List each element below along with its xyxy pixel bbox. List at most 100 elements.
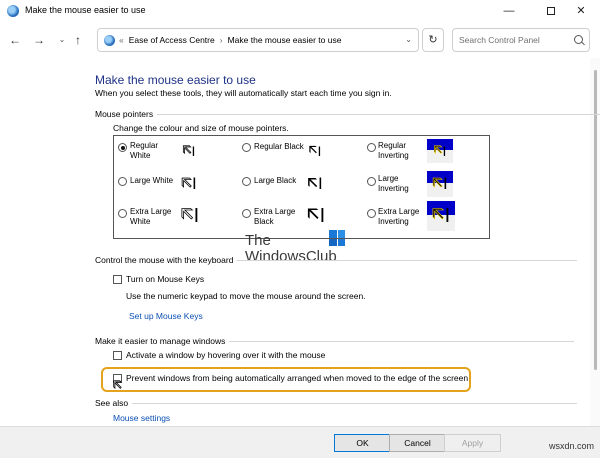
text-cursor-icon: I (442, 143, 447, 159)
radio-regular-white[interactable] (118, 143, 127, 152)
windows-header: Make it easier to manage windows (95, 336, 575, 346)
radio-extra-large-inverting[interactable] (367, 209, 376, 218)
pointer-arrow-icon: 🡬 (182, 141, 192, 158)
back-button[interactable]: ← (7, 32, 23, 48)
mouse-keys-checkbox[interactable] (113, 275, 122, 284)
option-label-line2: White (130, 217, 151, 226)
control-panel-icon (104, 35, 115, 46)
text-cursor-icon: I (193, 204, 200, 227)
breadcrumb-ease-of-access[interactable]: Ease of Access Centre (129, 35, 215, 45)
mouse-keys-label[interactable]: Turn on Mouse Keys (126, 274, 204, 284)
option-label-line2: Inverting (378, 184, 409, 193)
text-cursor-icon: I (192, 174, 197, 193)
radio-regular-inverting[interactable] (367, 143, 376, 152)
apply-button[interactable]: Apply (444, 434, 501, 452)
group-header-label: Control the mouse with the keyboard (95, 255, 234, 265)
radio-extra-large-black[interactable] (242, 209, 251, 218)
windows-logo-icon (329, 230, 345, 246)
group-divider (229, 340, 575, 342)
radio-large-black[interactable] (242, 177, 251, 186)
option-label-line1: Large Black (254, 176, 297, 185)
label-large-inverting[interactable]: Large Inverting (378, 174, 409, 194)
mouse-settings-link[interactable]: Mouse settings (113, 413, 170, 423)
forward-button[interactable]: → (31, 32, 47, 48)
preview-regular-white: 🡬 I (176, 140, 202, 162)
title-bar: Make the mouse easier to use — ✕ (0, 0, 600, 22)
window-title: Make the mouse easier to use (25, 5, 146, 15)
see-also-header: See also (95, 398, 578, 408)
prevent-arrange-label[interactable]: Prevent windows from being automatically… (126, 373, 468, 383)
cancel-button[interactable]: Cancel (389, 434, 446, 452)
option-label-line1: Large White (130, 176, 174, 185)
breadcrumb-separator[interactable]: › (220, 35, 223, 45)
setup-mouse-keys-link[interactable]: Set up Mouse Keys (129, 311, 203, 321)
preview-extra-large-black: 🡬 I (302, 202, 330, 230)
radio-regular-black[interactable] (242, 143, 251, 152)
page-title: Make the mouse easier to use (95, 73, 256, 87)
preview-regular-black: 🡬 I (302, 140, 328, 162)
option-label-line2: Black (254, 217, 274, 226)
hover-activate-label[interactable]: Activate a window by hovering over it wi… (126, 350, 325, 360)
control-panel-icon (7, 5, 19, 17)
option-label-line1: Regular Black (254, 142, 304, 151)
option-label-line1: Extra Large (130, 207, 172, 216)
option-label-line1: Extra Large (378, 207, 420, 216)
refresh-button[interactable]: ↻ (422, 28, 444, 52)
radio-extra-large-white[interactable] (118, 209, 127, 218)
radio-large-inverting[interactable] (367, 177, 376, 186)
label-extra-large-white[interactable]: Extra Large White (130, 207, 171, 227)
option-label-line2: White (130, 151, 151, 160)
option-label-line2: Inverting (378, 151, 409, 160)
search-icon[interactable] (574, 35, 583, 44)
keyboard-header: Control the mouse with the keyboard (95, 255, 578, 265)
label-large-black[interactable]: Large Black (254, 176, 296, 186)
mouse-pointers-description: Change the colour and size of mouse poin… (113, 123, 289, 133)
option-label-line1: Extra Large (254, 207, 296, 216)
text-cursor-icon: I (318, 174, 323, 193)
label-extra-large-black[interactable]: Extra Large Black (254, 207, 295, 227)
mouse-cursor-icon: 🡬 (113, 376, 123, 393)
option-label-line1: Regular (378, 141, 407, 150)
recent-locations-button[interactable]: ⌄ (54, 32, 70, 48)
label-regular-white[interactable]: Regular White (130, 141, 158, 161)
mouse-pointers-header: Mouse pointers (95, 109, 600, 119)
option-label-line2: Inverting (378, 217, 409, 226)
site-watermark: wsxdn.com (549, 441, 595, 451)
pointer-arrow-icon: 🡬 (306, 203, 320, 225)
pointer-arrow-icon: 🡬 (432, 172, 444, 192)
breadcrumb-overflow[interactable]: « (119, 35, 124, 45)
search-input[interactable] (459, 33, 569, 47)
option-label-line1: Regular (130, 141, 159, 150)
group-divider (132, 402, 578, 404)
group-header-label: See also (95, 398, 129, 408)
group-divider (237, 259, 578, 261)
hover-activate-checkbox[interactable] (113, 351, 122, 360)
dialog-footer: OK Cancel Apply wsxdn.com (0, 426, 600, 458)
breadcrumb: « Ease of Access Centre › Make the mouse ea… (119, 35, 341, 45)
pointer-arrow-icon: 🡬 (181, 172, 193, 192)
text-cursor-icon: I (191, 143, 196, 159)
preview-regular-inverting: 🡬 I (427, 139, 453, 163)
text-cursor-icon: I (444, 204, 451, 227)
ok-button[interactable]: OK (334, 434, 391, 452)
address-bar[interactable]: « Ease of Access Centre › Make the mouse ea… (97, 28, 419, 52)
radio-large-white[interactable] (118, 177, 127, 186)
preview-large-white: 🡬 I (176, 172, 202, 196)
pointer-scheme-box: Regular White 🡬 I Regular Black 🡬 I Regular… (113, 135, 490, 239)
pointer-arrow-icon: 🡬 (307, 172, 319, 192)
group-divider (157, 113, 600, 115)
address-dropdown-icon[interactable]: ⌄ (405, 35, 412, 44)
label-large-white[interactable]: Large White (130, 176, 173, 186)
close-button[interactable]: ✕ (560, 0, 600, 22)
label-extra-large-inverting[interactable]: Extra Large Inverting (378, 207, 419, 227)
label-regular-inverting[interactable]: Regular Inverting (378, 141, 409, 161)
pointer-arrow-icon: 🡬 (433, 141, 443, 158)
preview-extra-large-white: 🡬 I (176, 202, 204, 230)
search-box[interactable] (452, 28, 590, 52)
text-cursor-icon: I (443, 174, 448, 193)
breadcrumb-current-page[interactable]: Make the mouse easier to use (228, 35, 342, 45)
watermark-line1: The (245, 232, 271, 249)
up-button[interactable]: ↑ (70, 32, 86, 48)
label-regular-black[interactable]: Regular Black (254, 142, 304, 152)
minimize-button[interactable]: — (488, 0, 530, 22)
